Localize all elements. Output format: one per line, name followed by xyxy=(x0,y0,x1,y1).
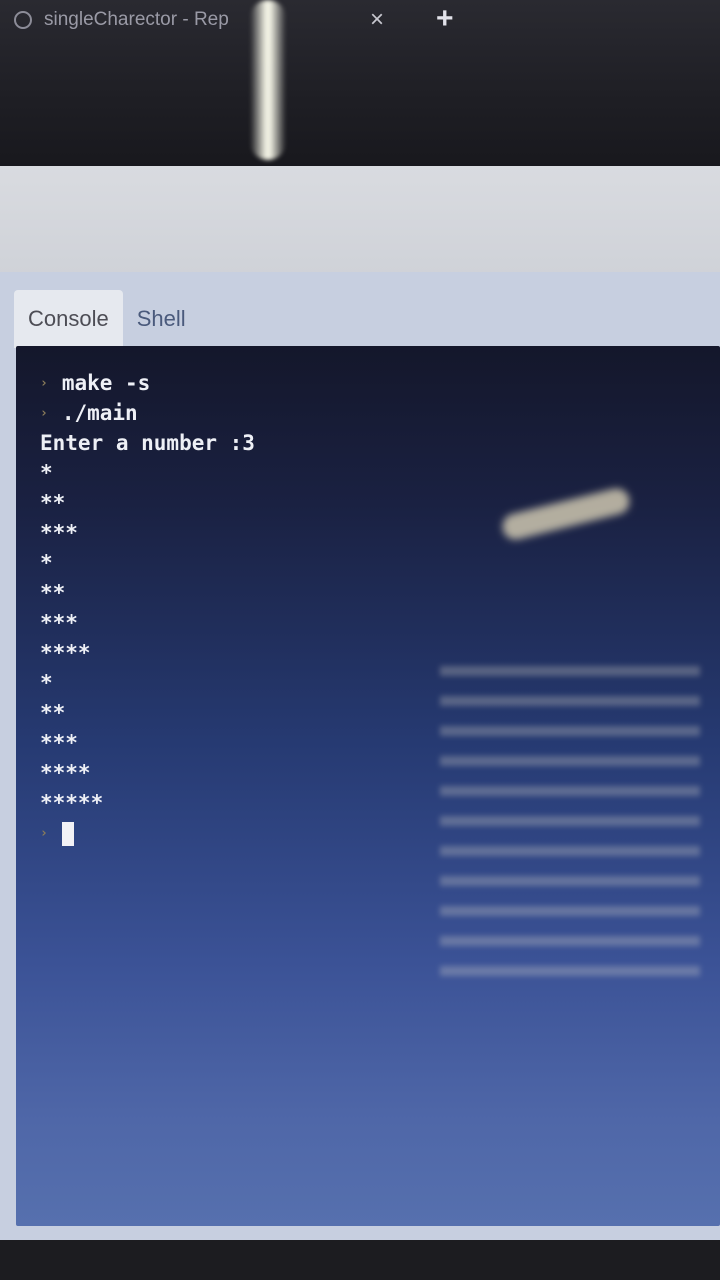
output-line: * xyxy=(40,458,255,488)
output-text: ** xyxy=(40,701,66,725)
output-text: ** xyxy=(40,581,66,605)
output-text: *** xyxy=(40,521,78,545)
browser-tab-title: singleCharector - Rep xyxy=(44,9,229,30)
command-line: › make -s xyxy=(40,368,255,398)
output-line: *** xyxy=(40,608,255,638)
screen-bezel xyxy=(0,1240,720,1280)
screen-glare xyxy=(250,0,286,160)
new-tab-icon[interactable]: + xyxy=(436,2,454,36)
input-line[interactable]: › xyxy=(40,818,255,848)
output-line: ***** xyxy=(40,788,255,818)
prompt-icon: › xyxy=(40,406,48,421)
output-text: ***** xyxy=(40,791,104,815)
output-line: ** xyxy=(40,698,255,728)
light-reflection xyxy=(499,485,633,543)
command-text: make -s xyxy=(61,371,151,395)
output-line: **** xyxy=(40,758,255,788)
terminal[interactable]: › make -s › ./main Enter a number :3 * ** *** * *… xyxy=(16,346,720,1226)
output-line: ** xyxy=(40,578,255,608)
terminal-output: › make -s › ./main Enter a number :3 * ** *** * *… xyxy=(40,368,255,848)
command-line: › ./main xyxy=(40,398,255,428)
output-line: Enter a number :3 xyxy=(40,428,255,458)
output-text: *** xyxy=(40,611,78,635)
replit-icon xyxy=(14,11,32,29)
output-line: **** xyxy=(40,638,255,668)
browser-tab-bar: singleCharector - Rep × + xyxy=(0,0,720,170)
output-text: Enter a number :3 xyxy=(40,431,255,455)
panel-tabs: Console Shell xyxy=(14,290,200,348)
output-line: * xyxy=(40,668,255,698)
prompt-icon: › xyxy=(40,376,48,391)
output-text: **** xyxy=(40,761,91,785)
output-text: * xyxy=(40,671,53,695)
command-text: ./main xyxy=(61,401,138,425)
output-line: *** xyxy=(40,728,255,758)
screen: singleCharector - Rep × + Console Shell … xyxy=(0,0,720,1280)
output-line: * xyxy=(40,548,255,578)
prompt-icon: › xyxy=(40,826,48,841)
output-text: * xyxy=(40,461,53,485)
output-line: *** xyxy=(40,518,255,548)
window-reflection xyxy=(440,666,700,986)
tab-shell[interactable]: Shell xyxy=(123,290,200,348)
text-cursor xyxy=(61,822,74,846)
output-text: *** xyxy=(40,731,78,755)
page-header-area xyxy=(0,166,720,276)
output-text: **** xyxy=(40,641,91,665)
tab-console[interactable]: Console xyxy=(14,290,123,348)
close-icon[interactable]: × xyxy=(370,6,384,34)
output-text: ** xyxy=(40,491,66,515)
browser-tab[interactable]: singleCharector - Rep xyxy=(0,0,229,40)
output-text: * xyxy=(40,551,53,575)
output-line: ** xyxy=(40,488,255,518)
